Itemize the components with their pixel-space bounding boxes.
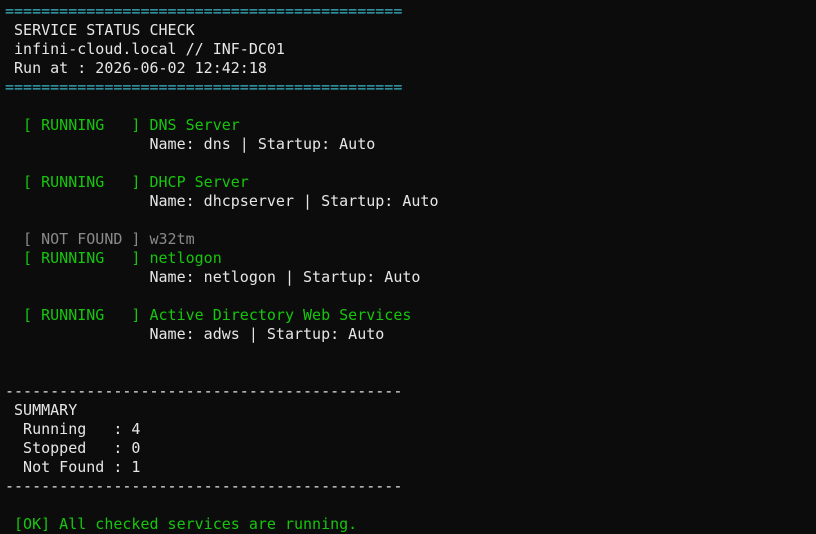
service-line-dns: [ RUNNING ] DNS Server — [5, 116, 438, 135]
service-detail-adws: Name: adws | Startup: Auto — [5, 325, 385, 343]
header-run-at: Run at : 2026-06-02 12:42:18 — [5, 59, 267, 77]
service-detail-netlogon: Name: netlogon | Startup: Auto — [5, 268, 421, 286]
summary-running-count: Running : 4 — [5, 420, 141, 438]
header-host: infini-cloud.local // INF-DC01 — [5, 40, 285, 58]
status-badge-running: [ RUNNING ] — [5, 306, 150, 324]
service-detail-dhcp: Name: dhcpserver | Startup: Auto — [5, 192, 439, 210]
status-badge-running: [ RUNNING ] — [5, 116, 150, 134]
header-bottom-border: ========================================… — [5, 78, 403, 96]
summary-bottom-divider: ----------------------------------------… — [5, 477, 403, 495]
service-line-w32tm: [ NOT FOUND ] w32tm — [5, 230, 438, 249]
status-badge-not-found: [ NOT FOUND ] — [5, 230, 150, 248]
status-badge-running: [ RUNNING ] — [5, 173, 150, 191]
service-name: DHCP Server — [149, 173, 249, 191]
service-name: netlogon — [149, 249, 222, 267]
service-line-netlogon: [ RUNNING ] netlogon — [5, 249, 438, 268]
status-badge-running: [ RUNNING ] — [5, 249, 150, 267]
summary-stopped-count: Stopped : 0 — [5, 439, 141, 457]
service-name: DNS Server — [149, 116, 240, 134]
terminal-output: ========================================… — [5, 2, 438, 534]
result-message: [OK] All checked services are running. — [5, 515, 358, 533]
summary-top-divider: ----------------------------------------… — [5, 382, 403, 400]
service-line-adws: [ RUNNING ] Active Directory Web Service… — [5, 306, 438, 325]
header-top-border: ========================================… — [5, 2, 403, 20]
service-name: Active Directory Web Services — [149, 306, 412, 324]
summary-title: SUMMARY — [5, 401, 78, 419]
service-name: w32tm — [149, 230, 195, 248]
header-title: SERVICE STATUS CHECK — [5, 21, 195, 39]
summary-not-found-count: Not Found : 1 — [5, 458, 141, 476]
service-line-dhcp: [ RUNNING ] DHCP Server — [5, 173, 438, 192]
service-detail-dns: Name: dns | Startup: Auto — [5, 135, 376, 153]
